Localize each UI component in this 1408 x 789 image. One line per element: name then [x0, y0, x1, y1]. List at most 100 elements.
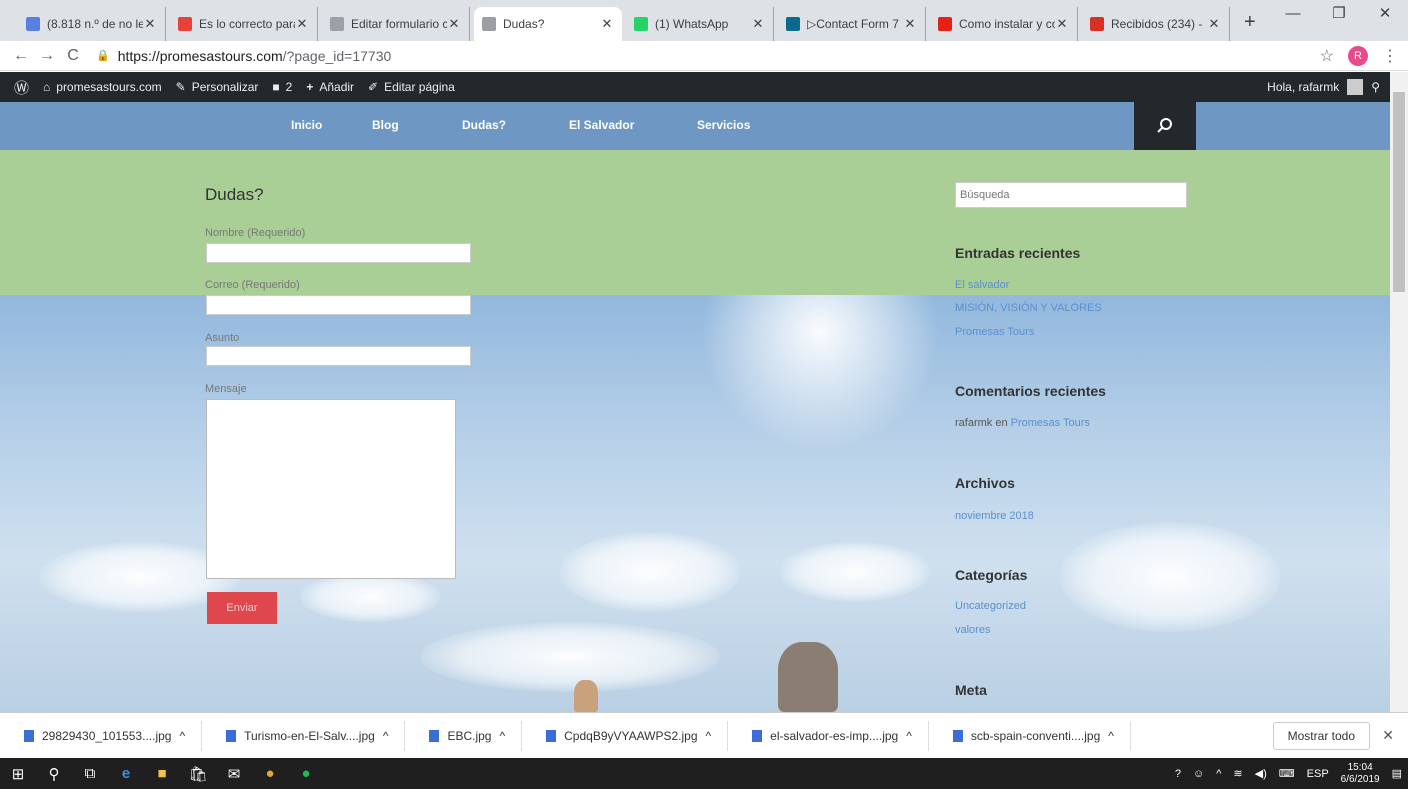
- network-icon[interactable]: ≋: [1233, 767, 1242, 780]
- maximize-icon[interactable]: ❐: [1316, 0, 1362, 30]
- category-link[interactable]: valores: [955, 624, 990, 636]
- close-downloads-icon[interactable]: ✕: [1382, 727, 1394, 744]
- windows-start-icon[interactable]: ⊞: [0, 758, 36, 789]
- minimize-icon[interactable]: —: [1270, 0, 1316, 30]
- close-tab-icon[interactable]: ✕: [600, 16, 614, 32]
- cloud-3: [560, 532, 740, 612]
- volume-icon[interactable]: ◀): [1255, 767, 1267, 780]
- download-item[interactable]: CpdqB9yVYAAWPS2.jpg ^: [522, 720, 729, 751]
- chrome-icon[interactable]: ●: [252, 758, 288, 789]
- wp-edit-page-link[interactable]: ✐ Editar página: [368, 80, 455, 94]
- wp-comments-link[interactable]: ■ 2: [272, 80, 292, 94]
- category-link[interactable]: Uncategorized: [955, 600, 1026, 612]
- archive-link[interactable]: noviembre 2018: [955, 510, 1034, 522]
- nav-item-inicio[interactable]: Inicio: [291, 118, 322, 132]
- browser-tab[interactable]: Recibidos (234) - ✕: [1082, 7, 1230, 41]
- file-explorer-icon[interactable]: ■: [144, 758, 180, 789]
- nav-item-blog[interactable]: Blog: [372, 118, 399, 132]
- chevron-up-icon[interactable]: ^: [179, 729, 185, 743]
- close-tab-icon[interactable]: ✕: [447, 16, 461, 32]
- browser-tab[interactable]: Dudas? ✕: [474, 7, 622, 41]
- wordpress-logo-icon[interactable]: Ⓦ: [14, 77, 29, 98]
- search-icon[interactable]: ⚲: [36, 758, 72, 789]
- store-icon[interactable]: 🛍: [180, 758, 216, 789]
- new-tab-button[interactable]: +: [1234, 7, 1266, 41]
- name-field[interactable]: [206, 243, 471, 263]
- download-item[interactable]: scb-spain-conventi....jpg ^: [929, 720, 1131, 751]
- people-icon[interactable]: ☺: [1193, 768, 1204, 780]
- nav-item-el-salvador[interactable]: El Salvador: [569, 118, 634, 132]
- language-indicator[interactable]: ESP: [1307, 768, 1329, 780]
- close-tab-icon[interactable]: ✕: [295, 16, 309, 32]
- recent-post-link[interactable]: El salvador: [955, 279, 1009, 291]
- task-view-icon[interactable]: ⧉: [72, 758, 108, 789]
- close-tab-icon[interactable]: ✕: [751, 16, 765, 32]
- chevron-up-icon[interactable]: ^: [906, 729, 912, 743]
- download-item[interactable]: 29829430_101553....jpg ^: [0, 720, 203, 751]
- wp-customize-link[interactable]: ✎ Personalizar: [176, 80, 259, 94]
- close-tab-icon[interactable]: ✕: [1207, 16, 1221, 32]
- file-icon: [546, 729, 557, 742]
- page-scrollbar[interactable]: [1390, 72, 1408, 712]
- notifications-icon[interactable]: ▤: [1392, 767, 1402, 780]
- chevron-up-icon[interactable]: ^: [383, 729, 389, 743]
- close-tab-icon[interactable]: ✕: [903, 16, 917, 32]
- url-field[interactable]: 🔒 https://promesastours.com /?page_id=17…: [96, 44, 1276, 68]
- site-search-button[interactable]: [1134, 102, 1196, 150]
- message-textarea[interactable]: [206, 399, 456, 579]
- cloud-2: [300, 572, 440, 622]
- address-bar: ← → C 🔒 https://promesastours.com /?page…: [0, 41, 1408, 71]
- subject-field[interactable]: [206, 346, 471, 366]
- wp-site-link[interactable]: ⌂ promesastours.com: [43, 80, 162, 94]
- browser-menu-icon[interactable]: ⋮: [1382, 46, 1398, 66]
- browser-tab[interactable]: Como instalar y co ✕: [930, 7, 1078, 41]
- submit-button[interactable]: Enviar: [207, 592, 277, 624]
- browser-tab[interactable]: Es lo correcto para ✕: [170, 7, 318, 41]
- recent-post-link[interactable]: MISIÓN, VISIÓN Y VALORES: [955, 302, 1102, 314]
- forward-icon[interactable]: →: [34, 47, 60, 65]
- nav-item-servicios[interactable]: Servicios: [697, 118, 750, 132]
- browser-tab[interactable]: Editar formulario c ✕: [322, 7, 470, 41]
- spotify-icon[interactable]: ●: [288, 758, 324, 789]
- browser-tab[interactable]: (8.818 n.º de no le ✕: [18, 7, 166, 41]
- edge-icon[interactable]: e: [108, 758, 144, 789]
- download-item[interactable]: el-salvador-es-imp....jpg ^: [728, 720, 929, 751]
- clock[interactable]: 15:04 6/6/2019: [1341, 762, 1380, 786]
- reload-icon[interactable]: C: [60, 47, 86, 65]
- chevron-up-icon[interactable]: ^: [706, 729, 712, 743]
- close-tab-icon[interactable]: ✕: [1055, 16, 1069, 32]
- chevron-up-icon[interactable]: ^: [1216, 768, 1221, 780]
- back-icon[interactable]: ←: [8, 47, 34, 65]
- bookmark-star-icon[interactable]: ☆: [1320, 46, 1334, 66]
- recent-posts-title: Entradas recientes: [955, 245, 1081, 261]
- wp-add-link[interactable]: + Añadir: [306, 80, 354, 94]
- keyboard-icon[interactable]: ⌨: [1279, 767, 1295, 780]
- wp-account-greeting[interactable]: Hola, rafarmk: [1267, 80, 1339, 94]
- file-icon: [24, 729, 34, 742]
- tab-title: Como instalar y co: [959, 17, 1055, 31]
- recent-post-link[interactable]: Promesas Tours: [955, 326, 1034, 338]
- wp-account-avatar[interactable]: [1347, 79, 1364, 95]
- close-window-icon[interactable]: ✕: [1362, 0, 1408, 30]
- wp-search-icon[interactable]: ⚲: [1371, 80, 1380, 94]
- chevron-up-icon[interactable]: ^: [499, 729, 505, 743]
- email-field[interactable]: [206, 295, 471, 315]
- search-icon: [1157, 118, 1172, 133]
- download-item[interactable]: Turismo-en-El-Salv....jpg ^: [202, 720, 406, 751]
- sidebar-search-input[interactable]: Búsqueda: [955, 182, 1187, 208]
- pencil-icon: ✐: [368, 80, 379, 94]
- profile-avatar[interactable]: R: [1348, 45, 1368, 66]
- chevron-up-icon[interactable]: ^: [1108, 729, 1114, 743]
- scrollbar-thumb[interactable]: [1393, 92, 1405, 292]
- nav-item-dudas[interactable]: Dudas?: [462, 118, 506, 132]
- show-all-downloads-button[interactable]: Mostrar todo: [1272, 721, 1370, 750]
- download-item[interactable]: EBC.jpg ^: [405, 720, 523, 751]
- mail-icon[interactable]: ✉: [216, 758, 252, 789]
- close-tab-icon[interactable]: ✕: [143, 16, 157, 32]
- comment-post-link[interactable]: Promesas Tours: [1011, 417, 1090, 429]
- cloud-4: [780, 542, 930, 602]
- browser-tab[interactable]: (1) WhatsApp ✕: [626, 7, 774, 41]
- browser-tab[interactable]: ▷Contact Form 7 ✕: [778, 7, 926, 41]
- categories-title: Categorías: [955, 567, 1028, 583]
- help-icon[interactable]: ?: [1175, 768, 1181, 780]
